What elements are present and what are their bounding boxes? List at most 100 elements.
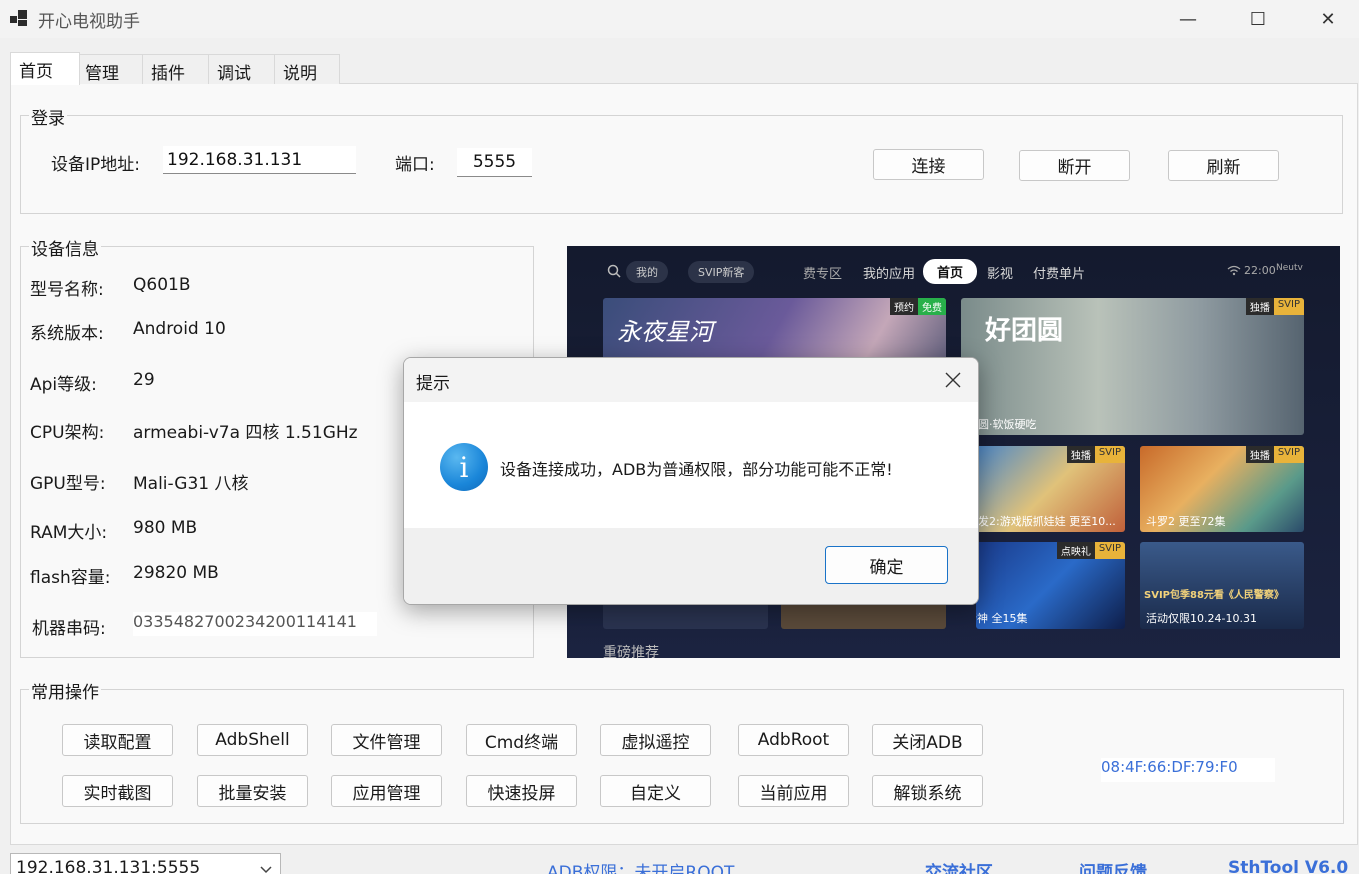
ops-group-title: 常用操作 [29, 678, 101, 703]
close-window-button[interactable]: ✕ [1293, 0, 1359, 38]
info-value-model: Q601B [133, 275, 191, 295]
info-value-api: 29 [133, 370, 155, 390]
cmd-terminal-button[interactable]: Cmd终端 [466, 724, 577, 756]
info-label-serial: 机器串码: [32, 619, 106, 639]
tv-pill-mine: 我的 [626, 261, 668, 283]
chevron-down-icon [260, 859, 272, 874]
file-manager-button[interactable]: 文件管理 [331, 724, 442, 756]
tv-nav-item: 付费单片 [1033, 267, 1086, 282]
read-config-button[interactable]: 读取配置 [62, 724, 173, 756]
custom-button[interactable]: 自定义 [600, 775, 711, 807]
info-value-ram: 980 MB [133, 518, 198, 538]
tv-card-featured-2: 好团圆 独播 SVIP 团圆·软饭硬吃 [961, 298, 1304, 435]
version-label: SthTool V6.0 [1228, 858, 1349, 874]
ip-address-input[interactable] [163, 146, 356, 174]
tv-tag: 独播 [1245, 446, 1274, 463]
dialog-close-icon[interactable] [928, 358, 978, 402]
close-adb-button[interactable]: 关闭ADB [872, 724, 983, 756]
tv-tag: 独播 [1245, 298, 1274, 315]
tv-card-caption: 活动仅限10.24-10.31 [1146, 612, 1257, 625]
tv-card-small-4: SVIP包季88元看《人民警察》 活动仅限10.24-10.31 [1140, 542, 1304, 629]
quick-cast-button[interactable]: 快速投屏 [466, 775, 577, 807]
app-logo-icon [10, 10, 28, 26]
dialog-title: 提示 [416, 374, 450, 394]
tv-section-label: 重磅推荐 [603, 645, 659, 658]
tv-tag: SVIP [1094, 446, 1125, 463]
info-value-flash: 29820 MB [133, 563, 219, 583]
tv-card-tags: 独播 SVIP [1245, 446, 1304, 463]
tv-card-title-art: 好团圆 [985, 316, 1064, 346]
tv-tag: SVIP [1273, 446, 1304, 463]
tv-card-title-art: SVIP包季88元看《人民警察》 [1144, 590, 1284, 601]
dialog-footer: 确定 [404, 528, 978, 604]
disconnect-button[interactable]: 断开 [1019, 150, 1130, 181]
adb-permission-status: ADB权限：未开启ROOT [547, 863, 735, 874]
tab-plugins[interactable]: 插件 [142, 54, 209, 84]
ok-button[interactable]: 确定 [825, 546, 948, 584]
device-info-title: 设备信息 [29, 235, 101, 260]
info-value-serial: 0335482700234200114141 [133, 612, 377, 636]
tv-search-icon [607, 264, 621, 282]
tv-card-caption: 发2:游戏版抓娃娃 更至10... [978, 515, 1116, 528]
tv-tag: 点映礼 [1056, 542, 1095, 559]
connect-button[interactable]: 连接 [873, 149, 984, 180]
community-link[interactable]: 交流社区 [925, 858, 993, 874]
feedback-link[interactable]: 问题反馈 [1079, 858, 1147, 874]
port-input[interactable] [457, 148, 532, 177]
tab-debug[interactable]: 调试 [208, 54, 275, 84]
info-dialog: 提示 i 设备连接成功，ADB为普通权限，部分功能可能不正常! 确定 [403, 357, 979, 605]
tv-card-title-art: 永夜星河 [617, 318, 713, 346]
refresh-button[interactable]: 刷新 [1168, 150, 1279, 181]
port-label: 端口: [395, 155, 435, 175]
adbroot-button[interactable]: AdbRoot [738, 724, 849, 756]
minimize-button[interactable]: — [1153, 0, 1223, 38]
tab-manage[interactable]: 管理 [76, 54, 143, 84]
info-icon: i [440, 443, 488, 491]
tv-tag: 预约 [890, 298, 918, 315]
device-select-value: 192.168.31.131:5555 [16, 858, 201, 874]
tab-help[interactable]: 说明 [274, 54, 340, 84]
app-manager-button[interactable]: 应用管理 [331, 775, 442, 807]
tv-card-tags: 独播 SVIP [1066, 446, 1125, 463]
info-label-gpu: GPU型号: [30, 474, 106, 494]
tv-tag: SVIP [1273, 298, 1304, 315]
tv-tag: SVIP [1094, 542, 1125, 559]
mac-address: 08:4F:66:DF:79:F0 [1101, 758, 1275, 782]
current-app-button[interactable]: 当前应用 [738, 775, 849, 807]
tv-card-tags: 点映礼 SVIP [1056, 542, 1125, 559]
info-label-ram: RAM大小: [30, 523, 108, 543]
tv-nav-item: 影视 [987, 267, 1014, 282]
tab-home[interactable]: 首页 [10, 52, 80, 85]
unlock-system-button[interactable]: 解锁系统 [872, 775, 983, 807]
tv-tag: 免费 [918, 298, 946, 315]
tv-card-caption: 斩神 全15集 [976, 612, 1028, 625]
adbshell-button[interactable]: AdbShell [197, 724, 308, 756]
tv-wifi-icon [1227, 265, 1241, 279]
tv-card-caption: 斗罗2 更至72集 [1146, 515, 1226, 528]
tv-card-small-3: 点映礼 SVIP 斩神 全15集 [976, 542, 1125, 629]
tv-nav-item-active: 首页 [923, 259, 978, 284]
tv-nav-item: 我的应用 [863, 267, 916, 282]
tv-clock: 22:00 [1244, 264, 1276, 277]
ip-label: 设备IP地址: [51, 155, 140, 175]
batch-install-button[interactable]: 批量安装 [197, 775, 308, 807]
info-label-flash: flash容量: [30, 568, 111, 588]
dialog-message: 设备连接成功，ADB为普通权限，部分功能可能不正常! [500, 460, 893, 479]
info-value-cpu: armeabi-v7a 四核 1.51GHz [133, 423, 358, 443]
login-group-title: 登录 [29, 104, 67, 129]
maximize-button[interactable]: ☐ [1223, 0, 1293, 38]
tv-card-tags: 独播 SVIP [1245, 298, 1304, 315]
tv-nav-item: 费专区 [803, 267, 843, 282]
window-title: 开心电视助手 [38, 12, 140, 32]
info-value-os: Android 10 [133, 319, 226, 339]
info-label-os: 系统版本: [30, 324, 104, 344]
device-select[interactable]: 192.168.31.131:5555 [10, 853, 281, 874]
info-label-model: 型号名称: [30, 280, 104, 300]
virtual-remote-button[interactable]: 虚拟遥控 [600, 724, 711, 756]
tv-card-small-1: 独播 SVIP 发2:游戏版抓娃娃 更至10... [976, 446, 1125, 532]
tv-tag: 独播 [1066, 446, 1095, 463]
info-value-gpu: Mali-G31 八核 [133, 474, 249, 494]
info-label-api: Api等级: [30, 375, 97, 395]
screenshot-button[interactable]: 实时截图 [62, 775, 173, 807]
info-label-cpu: CPU架构: [30, 423, 105, 443]
